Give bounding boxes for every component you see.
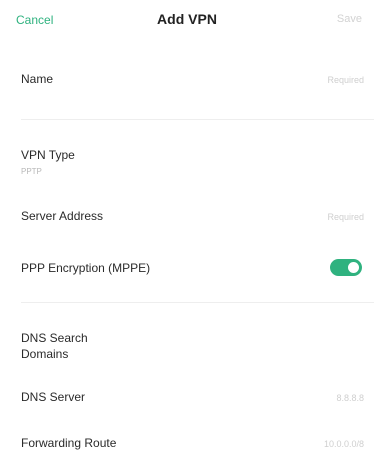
forwarding-route-input[interactable]: 10.0.0.0/8 [324,439,364,449]
dns-search-domains-label-line2: Domains [21,347,69,361]
server-address-input[interactable]: Required [327,212,364,222]
dns-search-domains-row[interactable]: DNS Search Domains [0,331,374,371]
ppp-encryption-row: PPP Encryption (MPPE) [0,258,374,288]
forwarding-route-row[interactable]: Forwarding Route 10.0.0.0/8 [0,436,374,456]
section-divider [21,119,374,120]
forwarding-route-label: Forwarding Route [21,436,117,450]
dns-search-domains-label-line1: DNS Search [21,331,88,345]
header-bar: Cancel Add VPN Save [0,0,374,44]
vpn-type-row[interactable]: VPN Type PPTP [0,148,374,188]
ppp-encryption-label: PPP Encryption (MPPE) [21,261,151,275]
dns-server-row[interactable]: DNS Server 8.8.8.8 [0,390,374,420]
section-divider [21,302,374,303]
ppp-encryption-toggle[interactable] [330,259,362,276]
vpn-type-label: VPN Type [21,148,75,162]
dns-server-label: DNS Server [21,390,86,404]
add-vpn-screen: Cancel Add VPN Save Name Required VPN Ty… [0,0,374,456]
page-title: Add VPN [157,11,217,27]
toggle-knob [348,262,359,273]
dns-server-input[interactable]: 8.8.8.8 [336,393,364,403]
server-address-row[interactable]: Server Address Required [0,209,374,249]
name-input[interactable]: Required [327,75,364,85]
vpn-type-value: PPTP [21,167,42,176]
server-address-label: Server Address [21,209,104,223]
save-button[interactable]: Save [337,13,362,25]
name-row[interactable]: Name Required [0,72,374,112]
name-label: Name [21,72,54,86]
